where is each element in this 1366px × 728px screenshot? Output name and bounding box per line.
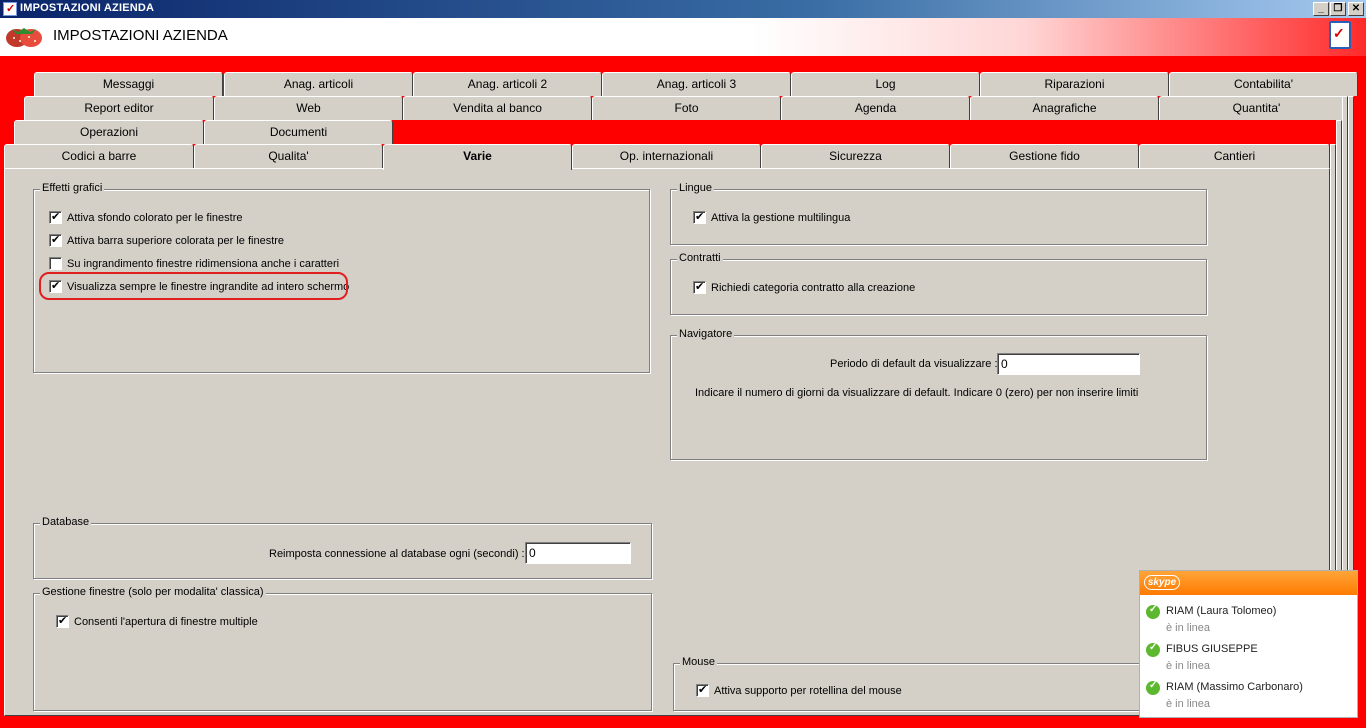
- tab-log[interactable]: Log: [791, 72, 980, 96]
- tab-quantita[interactable]: Quantita': [1159, 96, 1354, 120]
- contact-presence: è in linea: [1166, 660, 1211, 672]
- database-reconnect-input[interactable]: 0: [525, 542, 631, 564]
- checkbox-multilingua[interactable]: Attiva la gestione multilingua: [693, 210, 851, 224]
- checkbox-label: Attiva barra superiore colorata per le f…: [67, 234, 285, 247]
- online-status-icon: [1146, 642, 1160, 657]
- tab-anag-articoli-3[interactable]: Anag. articoli 3: [602, 72, 791, 96]
- header-banner: IMPOSTAZIONI AZIENDA: [0, 18, 1366, 56]
- tab-qualita[interactable]: Qualita': [194, 144, 383, 168]
- contact-name: RIAM (Laura Tolomeo): [1166, 605, 1277, 617]
- periodo-default-input[interactable]: 0: [997, 353, 1140, 375]
- checkbox-box[interactable]: [696, 683, 709, 697]
- checkbox-box[interactable]: [49, 233, 62, 247]
- tab-gestione-fido[interactable]: Gestione fido: [950, 144, 1139, 168]
- group-legend: Database: [40, 516, 92, 528]
- group-legend: Gestione finestre (solo per modalita' cl…: [40, 586, 266, 598]
- checkbox-box[interactable]: [693, 210, 706, 224]
- checkbox-label: Attiva la gestione multilingua: [711, 211, 851, 224]
- tab-codici-a-barre[interactable]: Codici a barre: [4, 144, 194, 168]
- skype-contact[interactable]: RIAM (Laura Tolomeo) è in linea: [1146, 603, 1351, 639]
- group-legend: Mouse: [680, 656, 718, 668]
- checkbox-categoria-contratto[interactable]: Richiedi categoria contratto alla creazi…: [693, 280, 916, 294]
- tab-anag-articoli[interactable]: Anag. articoli: [224, 72, 413, 96]
- tab-documenti[interactable]: Documenti: [204, 120, 393, 144]
- skype-popup[interactable]: skype RIAM (Laura Tolomeo) è in linea FI…: [1139, 570, 1358, 718]
- tab-agenda[interactable]: Agenda: [781, 96, 970, 120]
- effetti-grafici-group: Effetti grafici Attiva sfondo colorato p…: [33, 182, 650, 373]
- close-button[interactable]: ✕: [1348, 2, 1364, 16]
- online-status-icon: [1146, 604, 1160, 619]
- tab-messaggi[interactable]: Messaggi: [34, 72, 223, 96]
- tab-anag-articoli-2[interactable]: Anag. articoli 2: [413, 72, 602, 96]
- online-status-icon: [1146, 680, 1160, 695]
- checkbox-box[interactable]: [49, 257, 62, 270]
- checkbox-sfondo-colorato[interactable]: Attiva sfondo colorato per le finestre: [49, 210, 243, 224]
- highlight-ring: [39, 272, 348, 300]
- checkbox-label: Consenti l'apertura di finestre multiple: [74, 615, 258, 628]
- checkbox-label: Richiedi categoria contratto alla creazi…: [711, 281, 916, 294]
- contact-name: FIBUS GIUSEPPE: [1166, 643, 1258, 655]
- skype-contact[interactable]: FIBUS GIUSEPPE è in linea: [1146, 641, 1351, 677]
- contratti-group: Contratti Richiedi categoria contratto a…: [670, 252, 1207, 315]
- minimize-button[interactable]: _: [1313, 2, 1329, 16]
- strawberry-logo-icon: [6, 28, 42, 47]
- tab-contabilita[interactable]: Contabilita': [1169, 72, 1358, 96]
- group-legend: Effetti grafici: [40, 182, 105, 194]
- checkbox-box[interactable]: [49, 210, 62, 224]
- tab-anagrafiche[interactable]: Anagrafiche: [970, 96, 1159, 120]
- contact-presence: è in linea: [1166, 698, 1211, 710]
- tab-report-editor[interactable]: Report editor: [24, 96, 214, 120]
- tab-riparazioni[interactable]: Riparazioni: [980, 72, 1169, 96]
- app-icon: [3, 2, 17, 16]
- group-legend: Navigatore: [677, 328, 735, 340]
- checkbox-label: Attiva sfondo colorato per le finestre: [67, 211, 243, 224]
- navigatore-hint: Indicare il numero di giorni da visualiz…: [695, 387, 1139, 399]
- mouse-group: Mouse Attiva supporto per rotellina del …: [673, 656, 1210, 711]
- checkbox-label: Attiva supporto per rotellina del mouse: [714, 684, 902, 697]
- group-legend: Lingue: [677, 182, 715, 194]
- tab-operazioni[interactable]: Operazioni: [14, 120, 204, 144]
- checkbox-box[interactable]: [56, 614, 69, 628]
- contact-name: RIAM (Massimo Carbonaro): [1166, 681, 1303, 693]
- checkbox-label: Su ingrandimento finestre ridimensiona a…: [67, 257, 340, 270]
- checkbox-finestre-multiple[interactable]: Consenti l'apertura di finestre multiple: [56, 614, 258, 628]
- lingue-group: Lingue Attiva la gestione multilingua: [670, 182, 1207, 245]
- checkbox-ridimensiona-caratteri[interactable]: Su ingrandimento finestre ridimensiona a…: [49, 257, 339, 270]
- checklist-icon[interactable]: [1329, 21, 1351, 49]
- contact-presence: è in linea: [1166, 622, 1211, 634]
- window-title: IMPOSTAZIONI AZIENDA: [20, 2, 155, 14]
- tab-op-internazionali[interactable]: Op. internazionali: [572, 144, 761, 168]
- gestione-finestre-group: Gestione finestre (solo per modalita' cl…: [33, 586, 652, 711]
- checkbox-box[interactable]: [693, 280, 706, 294]
- checkbox-rotellina-mouse[interactable]: Attiva supporto per rotellina del mouse: [696, 683, 902, 697]
- group-legend: Contratti: [677, 252, 723, 264]
- skype-header: skype: [1140, 571, 1357, 595]
- database-reconnect-label: Reimposta connessione al database ogni (…: [269, 548, 525, 560]
- skype-logo-icon: skype: [1144, 575, 1180, 590]
- page-title: IMPOSTAZIONI AZIENDA: [53, 27, 228, 44]
- window-titlebar: IMPOSTAZIONI AZIENDA _ ❐ ✕: [0, 0, 1366, 18]
- periodo-default-label: Periodo di default da visualizzare :: [830, 358, 998, 370]
- checkbox-barra-colorata[interactable]: Attiva barra superiore colorata per le f…: [49, 233, 285, 247]
- tab-web[interactable]: Web: [214, 96, 403, 120]
- tab-cantieri[interactable]: Cantieri: [1139, 144, 1330, 168]
- tab-vendita-al-banco[interactable]: Vendita al banco: [403, 96, 592, 120]
- navigatore-group: Navigatore Periodo di default da visuali…: [670, 328, 1207, 460]
- tab-sicurezza[interactable]: Sicurezza: [761, 144, 950, 168]
- tab-varie[interactable]: Varie: [383, 144, 572, 170]
- restore-button[interactable]: ❐: [1330, 2, 1346, 16]
- database-group: Database Reimposta connessione al databa…: [33, 516, 652, 579]
- skype-contact[interactable]: RIAM (Massimo Carbonaro) è in linea: [1146, 679, 1351, 715]
- tab-panel-varie: Effetti grafici Attiva sfondo colorato p…: [4, 168, 1330, 716]
- tab-foto[interactable]: Foto: [592, 96, 781, 120]
